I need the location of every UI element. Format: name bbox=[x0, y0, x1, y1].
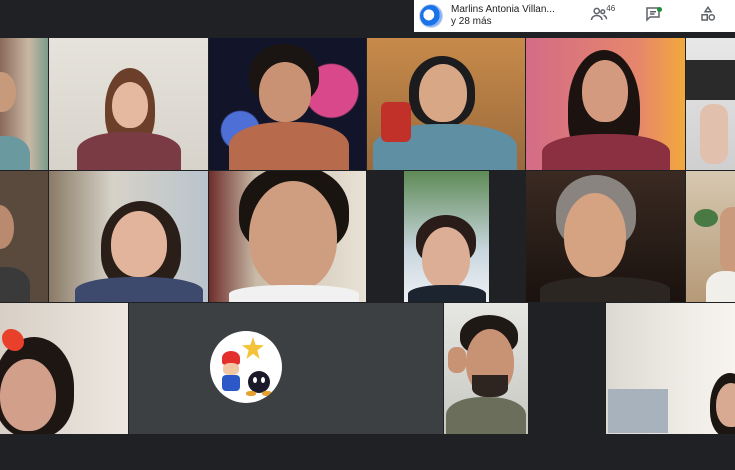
participants-button[interactable]: 46 bbox=[585, 2, 616, 30]
shapes-icon bbox=[699, 5, 717, 28]
participant-tile[interactable] bbox=[209, 38, 366, 170]
participant-tile[interactable] bbox=[367, 171, 404, 302]
participant-tile[interactable] bbox=[606, 303, 735, 434]
participant-tile[interactable] bbox=[686, 38, 735, 170]
presenter-chip[interactable]: Marlins Antonia Villan... y 28 más bbox=[414, 0, 574, 32]
participant-tile[interactable] bbox=[404, 171, 489, 302]
participant-tile[interactable] bbox=[0, 303, 128, 434]
participant-tile[interactable] bbox=[209, 171, 366, 302]
presenter-others: y 28 más bbox=[451, 16, 492, 27]
participants-count: 46 bbox=[606, 4, 616, 13]
participant-tile[interactable] bbox=[49, 171, 208, 302]
activities-button[interactable] bbox=[694, 2, 722, 30]
participant-tile[interactable] bbox=[526, 38, 685, 170]
participant-tile[interactable] bbox=[686, 171, 735, 302]
meeting-toolbar: 46 bbox=[572, 0, 735, 32]
participant-avatar bbox=[210, 331, 282, 403]
participant-tile[interactable] bbox=[526, 171, 685, 302]
presenter-name: Marlins Antonia Villan... bbox=[451, 4, 555, 15]
chat-button[interactable] bbox=[639, 2, 667, 30]
participant-tile[interactable] bbox=[489, 171, 525, 302]
participant-tile[interactable] bbox=[444, 303, 528, 434]
participant-tile[interactable] bbox=[49, 38, 208, 170]
participant-tile[interactable] bbox=[0, 171, 48, 302]
participant-tile[interactable] bbox=[367, 38, 525, 170]
presenter-avatar bbox=[419, 4, 443, 28]
bottom-bar bbox=[0, 435, 735, 470]
participant-tile[interactable] bbox=[529, 303, 605, 434]
participant-tile[interactable] bbox=[0, 38, 48, 170]
participant-tile[interactable] bbox=[129, 303, 443, 434]
